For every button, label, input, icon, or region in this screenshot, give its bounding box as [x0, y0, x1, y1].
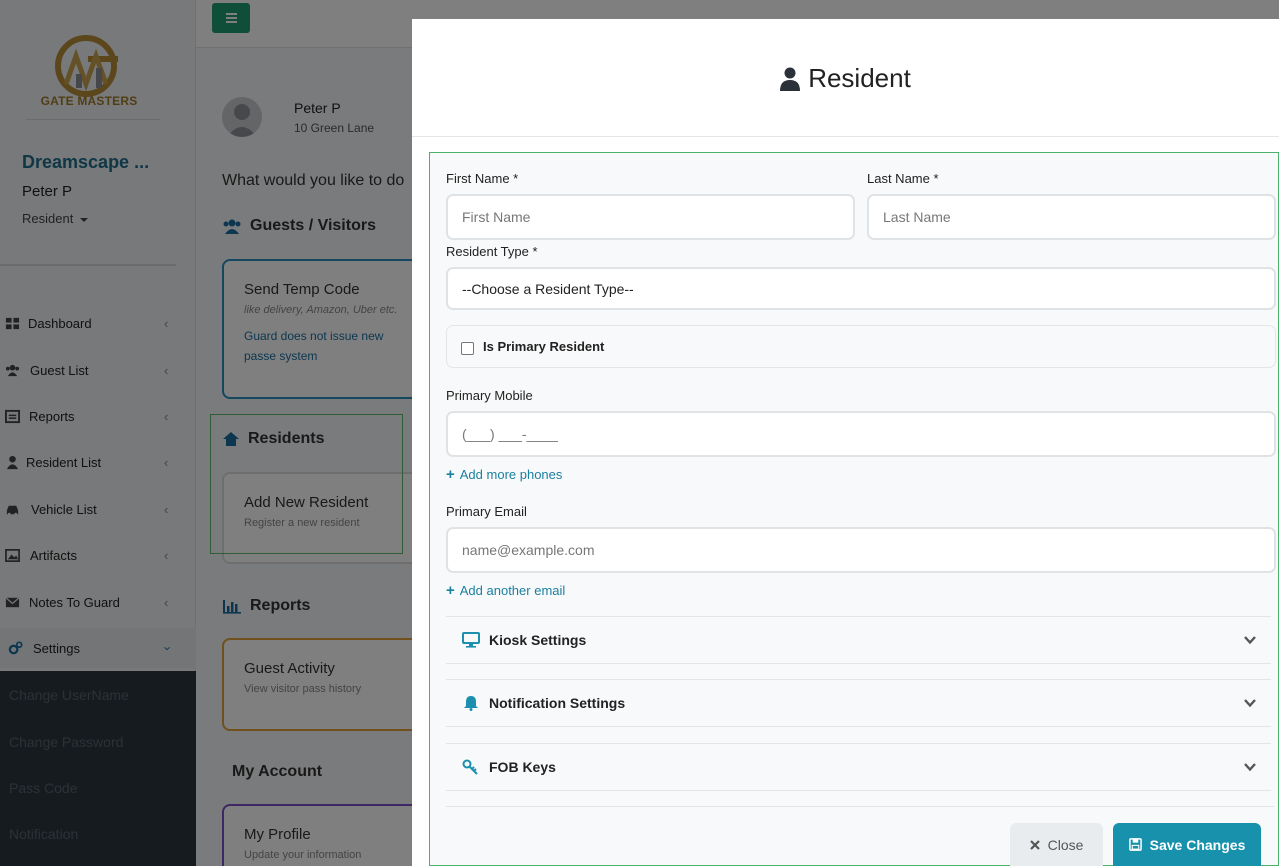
accordion-kiosk-settings[interactable]: Kiosk Settings — [446, 616, 1271, 664]
last-name-label: Last Name * — [867, 171, 939, 186]
close-button[interactable]: Close — [1010, 823, 1103, 866]
add-another-email-link[interactable]: + Add another email — [446, 582, 565, 599]
primary-mobile-input[interactable]: (___) ___-____ — [446, 411, 1276, 457]
accordion-fob-keys[interactable]: FOB Keys — [446, 743, 1271, 791]
floppy-disk-icon — [1128, 838, 1142, 851]
chevron-down-icon — [1244, 763, 1256, 772]
is-primary-resident-label[interactable]: Is Primary Resident — [483, 339, 604, 354]
plus-icon: + — [446, 466, 455, 483]
accordion-notification-settings[interactable]: Notification Settings — [446, 679, 1271, 727]
bell-icon — [464, 696, 478, 711]
primary-mobile-label: Primary Mobile — [446, 388, 533, 403]
first-name-input[interactable]: First Name — [446, 194, 855, 240]
modal-header: Resident — [412, 19, 1279, 137]
key-icon — [462, 759, 478, 775]
modal-footer-divider — [446, 806, 1274, 807]
save-changes-button[interactable]: Save Changes — [1113, 823, 1261, 866]
is-primary-resident-checkbox[interactable] — [461, 342, 474, 355]
last-name-input[interactable]: Last Name — [867, 194, 1276, 240]
primary-email-input[interactable]: name@example.com — [446, 527, 1276, 573]
plus-icon: + — [446, 582, 455, 599]
chevron-down-icon — [1244, 636, 1256, 645]
add-another-email-label: Add another email — [459, 583, 566, 598]
resident-type-select[interactable]: --Choose a Resident Type-- — [446, 267, 1276, 310]
resident-type-label: Resident Type * — [446, 244, 538, 259]
close-button-label: Close — [1047, 836, 1084, 853]
close-icon — [1029, 839, 1040, 850]
desktop-icon — [462, 632, 480, 648]
modal-title: Resident — [808, 63, 911, 93]
chevron-down-icon — [1244, 699, 1256, 708]
user-icon — [780, 67, 801, 91]
accordion-label: Kiosk Settings — [489, 632, 587, 648]
save-changes-label: Save Changes — [1149, 836, 1246, 853]
add-more-phones-label: Add more phones — [459, 467, 563, 482]
add-more-phones-link[interactable]: + Add more phones — [446, 466, 562, 483]
accordion-label: Notification Settings — [489, 695, 626, 711]
primary-email-label: Primary Email — [446, 504, 527, 519]
accordion-label: FOB Keys — [489, 759, 556, 775]
first-name-label: First Name * — [446, 171, 519, 186]
